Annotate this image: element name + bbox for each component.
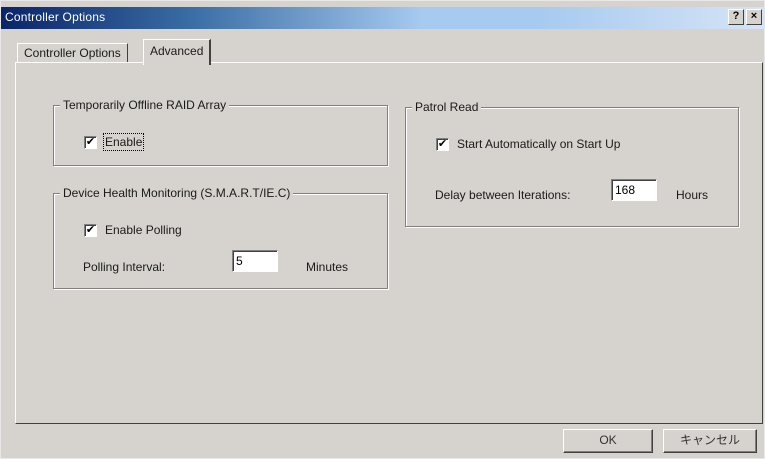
polling-interval-unit: Minutes bbox=[306, 260, 349, 274]
title-bar[interactable]: Controller Options ? × bbox=[1, 7, 765, 29]
window-title: Controller Options bbox=[5, 10, 106, 24]
title-buttons: ? × bbox=[728, 9, 762, 25]
tab-panel-advanced: Temporarily Offline RAID Array ✔ Enable … bbox=[15, 62, 763, 424]
delay-label: Delay between Iterations: bbox=[435, 188, 571, 202]
delay-unit: Hours bbox=[676, 188, 709, 202]
raid-groupbox: Temporarily Offline RAID Array ✔ Enable bbox=[53, 98, 388, 166]
ok-button[interactable]: OK bbox=[563, 429, 653, 453]
smart-groupbox: Device Health Monitoring (S.M.A.R.T/IE.C… bbox=[53, 186, 388, 289]
cancel-button[interactable]: キャンセル bbox=[663, 429, 757, 453]
delay-input[interactable] bbox=[611, 179, 657, 201]
raid-enable-label: Enable bbox=[102, 133, 145, 151]
raid-enable-checkbox[interactable]: ✔ Enable bbox=[84, 133, 145, 151]
polling-interval-label: Polling Interval: bbox=[83, 260, 166, 274]
checkmark-icon: ✔ bbox=[84, 223, 97, 237]
start-automatically-label: Start Automatically on Start Up bbox=[457, 137, 621, 151]
start-automatically-checkbox[interactable]: ✔ Start Automatically on Start Up bbox=[436, 137, 620, 151]
tab-advanced[interactable]: Advanced bbox=[143, 39, 212, 65]
help-button[interactable]: ? bbox=[728, 9, 744, 25]
enable-polling-checkbox[interactable]: ✔ Enable Polling bbox=[84, 223, 182, 237]
close-button[interactable]: × bbox=[746, 9, 762, 25]
enable-polling-label: Enable Polling bbox=[105, 223, 182, 237]
dialog-window: Controller Options ? × Controller Option… bbox=[0, 0, 765, 459]
patrol-group-title: Patrol Read bbox=[412, 100, 482, 114]
checkmark-icon: ✔ bbox=[84, 135, 97, 149]
patrol-read-groupbox: Patrol Read ✔ Start Automatically on Sta… bbox=[405, 100, 739, 227]
raid-group-title: Temporarily Offline RAID Array bbox=[60, 98, 230, 112]
tab-controller-options[interactable]: Controller Options bbox=[17, 43, 128, 63]
smart-group-title: Device Health Monitoring (S.M.A.R.T/IE.C… bbox=[60, 186, 294, 200]
checkmark-icon: ✔ bbox=[436, 137, 449, 151]
polling-interval-input[interactable] bbox=[232, 250, 278, 272]
